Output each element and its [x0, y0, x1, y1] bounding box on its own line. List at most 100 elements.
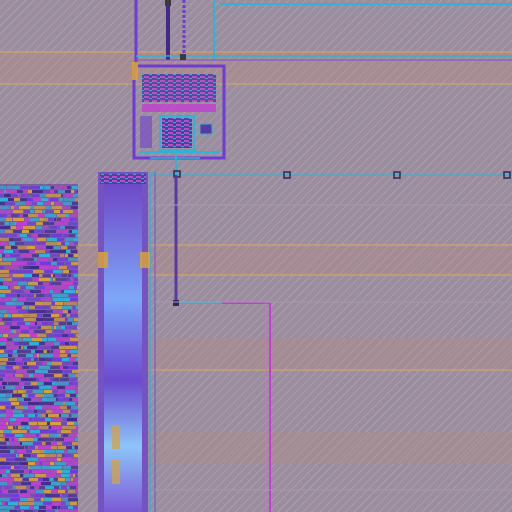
- std-cell: [39, 274, 42, 277]
- chip-layout-canvas[interactable]: [0, 0, 512, 512]
- std-cell: [71, 354, 78, 357]
- std-cell: [22, 230, 29, 233]
- std-cell: [54, 190, 58, 193]
- std-cell: [42, 406, 51, 409]
- std-cell: [32, 274, 39, 277]
- std-cell: [58, 390, 66, 393]
- std-cell: [35, 474, 46, 477]
- std-cell: [35, 406, 42, 409]
- via[interactable]: [173, 300, 179, 306]
- std-cell: [9, 234, 17, 237]
- std-cell: [8, 490, 18, 493]
- std-cell: [33, 390, 43, 393]
- std-cell: [52, 506, 57, 509]
- via[interactable]: [165, 0, 171, 6]
- std-cell: [27, 430, 29, 433]
- std-cell: [37, 334, 46, 337]
- std-cell: [39, 426, 48, 429]
- std-cell: [66, 454, 73, 457]
- std-cell: [10, 394, 12, 397]
- std-cell: [68, 366, 78, 369]
- std-cell: [68, 498, 78, 501]
- std-cell: [67, 266, 69, 269]
- std-cell: [23, 314, 30, 317]
- std-cell: [35, 394, 44, 397]
- std-cell: [0, 498, 10, 501]
- std-cell: [20, 234, 27, 237]
- standard-cell-array[interactable]: [0, 184, 78, 512]
- std-cell: [2, 490, 8, 493]
- std-cell: [32, 202, 37, 205]
- std-cell: [2, 318, 12, 321]
- diffusion-mark: [140, 252, 150, 268]
- std-cell: [50, 198, 58, 201]
- diffusion-mark: [98, 252, 108, 268]
- tap-cell[interactable]: [140, 116, 152, 148]
- std-cell: [40, 450, 44, 453]
- std-cell: [60, 494, 62, 497]
- std-cell: [37, 454, 45, 457]
- std-cell: [25, 394, 28, 397]
- std-cell: [7, 338, 12, 341]
- cell-row[interactable]: [142, 74, 216, 102]
- std-cell: [51, 282, 61, 285]
- std-cell: [52, 294, 62, 297]
- std-cell: [33, 198, 41, 201]
- layout-viewport[interactable]: [0, 0, 512, 512]
- power-stripe[interactable]: [0, 52, 512, 84]
- std-cell: [20, 326, 29, 329]
- std-cell: [76, 390, 78, 393]
- cell-row[interactable]: [142, 104, 216, 112]
- std-cell: [12, 278, 21, 281]
- std-cell: [13, 238, 21, 241]
- std-cell: [26, 306, 28, 309]
- std-cell: [71, 206, 76, 209]
- std-cell: [5, 230, 13, 233]
- std-cell: [71, 278, 73, 281]
- std-cell: [23, 410, 33, 413]
- std-cell: [45, 358, 52, 361]
- std-cell: [0, 398, 9, 401]
- std-cell: [38, 282, 43, 285]
- std-cell: [71, 430, 78, 433]
- std-cell: [64, 438, 74, 441]
- std-cell: [36, 242, 45, 245]
- std-cell: [77, 502, 78, 505]
- std-cell: [19, 382, 23, 385]
- std-cell: [41, 326, 51, 329]
- std-cell: [7, 254, 9, 257]
- cell-core[interactable]: [162, 118, 192, 148]
- std-cell: [58, 398, 69, 401]
- std-cell: [50, 478, 53, 481]
- std-cell: [11, 466, 14, 469]
- std-cell: [61, 246, 67, 249]
- tap-cell[interactable]: [199, 123, 213, 135]
- via[interactable]: [180, 54, 186, 60]
- std-cell: [74, 454, 78, 457]
- std-cell: [48, 322, 51, 325]
- std-cell: [9, 438, 11, 441]
- std-cell: [33, 442, 42, 445]
- std-cell: [2, 474, 7, 477]
- std-cell: [64, 454, 66, 457]
- std-cell: [27, 370, 35, 373]
- std-cell: [11, 402, 19, 405]
- io-column[interactable]: [98, 172, 156, 512]
- std-cell: [17, 438, 19, 441]
- std-cell: [74, 422, 78, 425]
- std-cell: [69, 286, 74, 289]
- io-column-glow: [104, 184, 142, 512]
- std-cell: [9, 270, 12, 273]
- std-cell: [0, 490, 2, 493]
- std-cell: [37, 186, 40, 189]
- std-cell: [76, 394, 78, 397]
- std-cell: [70, 470, 78, 473]
- std-cell: [6, 406, 10, 409]
- std-cell: [63, 374, 65, 377]
- std-cell: [35, 370, 41, 373]
- std-cell: [40, 218, 43, 221]
- std-cell: [33, 270, 44, 273]
- std-cell: [71, 262, 78, 265]
- std-cell: [0, 502, 2, 505]
- std-cell: [69, 414, 71, 417]
